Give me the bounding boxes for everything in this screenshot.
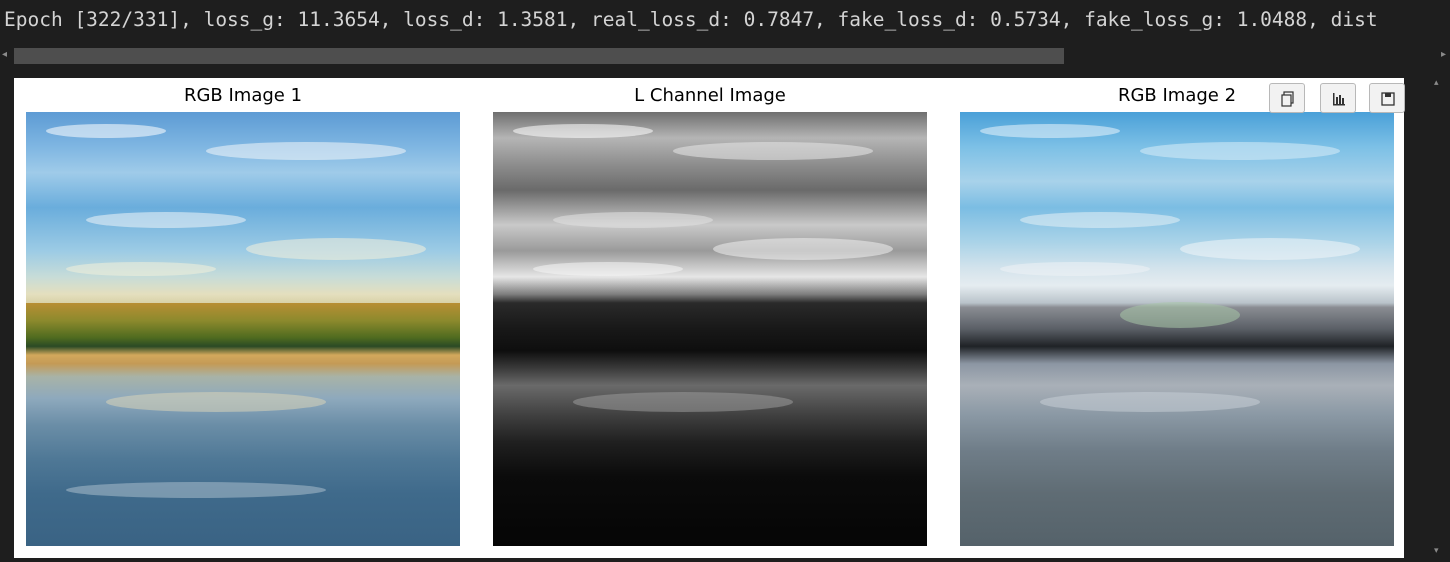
copy-icon [1281,91,1294,107]
horizontal-scrollbar[interactable]: ◂ ▸ [0,46,1450,66]
horizontal-scrollbar-thumb[interactable] [14,48,1064,64]
notebook-output-area: Epoch [322/331], loss_g: 11.3654, loss_d… [0,0,1450,562]
vertical-scrollbar[interactable]: ▴ ▾ [1425,70,1450,562]
rgb-image-1 [26,112,460,546]
toggle-chart-button[interactable] [1320,83,1356,113]
copy-button[interactable] [1269,83,1305,113]
panel-title-rgb-image-1: RGB Image 1 [183,85,303,106]
bar-chart-icon [1333,93,1345,106]
matplotlib-figure: RGB Image 1 L Channel Image RGB Image 2 [14,78,1405,558]
l-channel-image [493,112,927,546]
save-icon [1381,92,1395,106]
scroll-down-icon[interactable]: ▾ [1434,546,1439,556]
panel-title-l-channel-image: L Channel Image [634,85,786,106]
training-log-line: Epoch [322/331], loss_g: 11.3654, loss_d… [4,8,1378,31]
save-button[interactable] [1369,83,1405,113]
scroll-right-icon[interactable]: ▸ [1441,49,1446,60]
scroll-left-icon[interactable]: ◂ [2,49,7,60]
rgb-image-2 [960,112,1394,546]
scroll-up-icon[interactable]: ▴ [1434,78,1439,88]
